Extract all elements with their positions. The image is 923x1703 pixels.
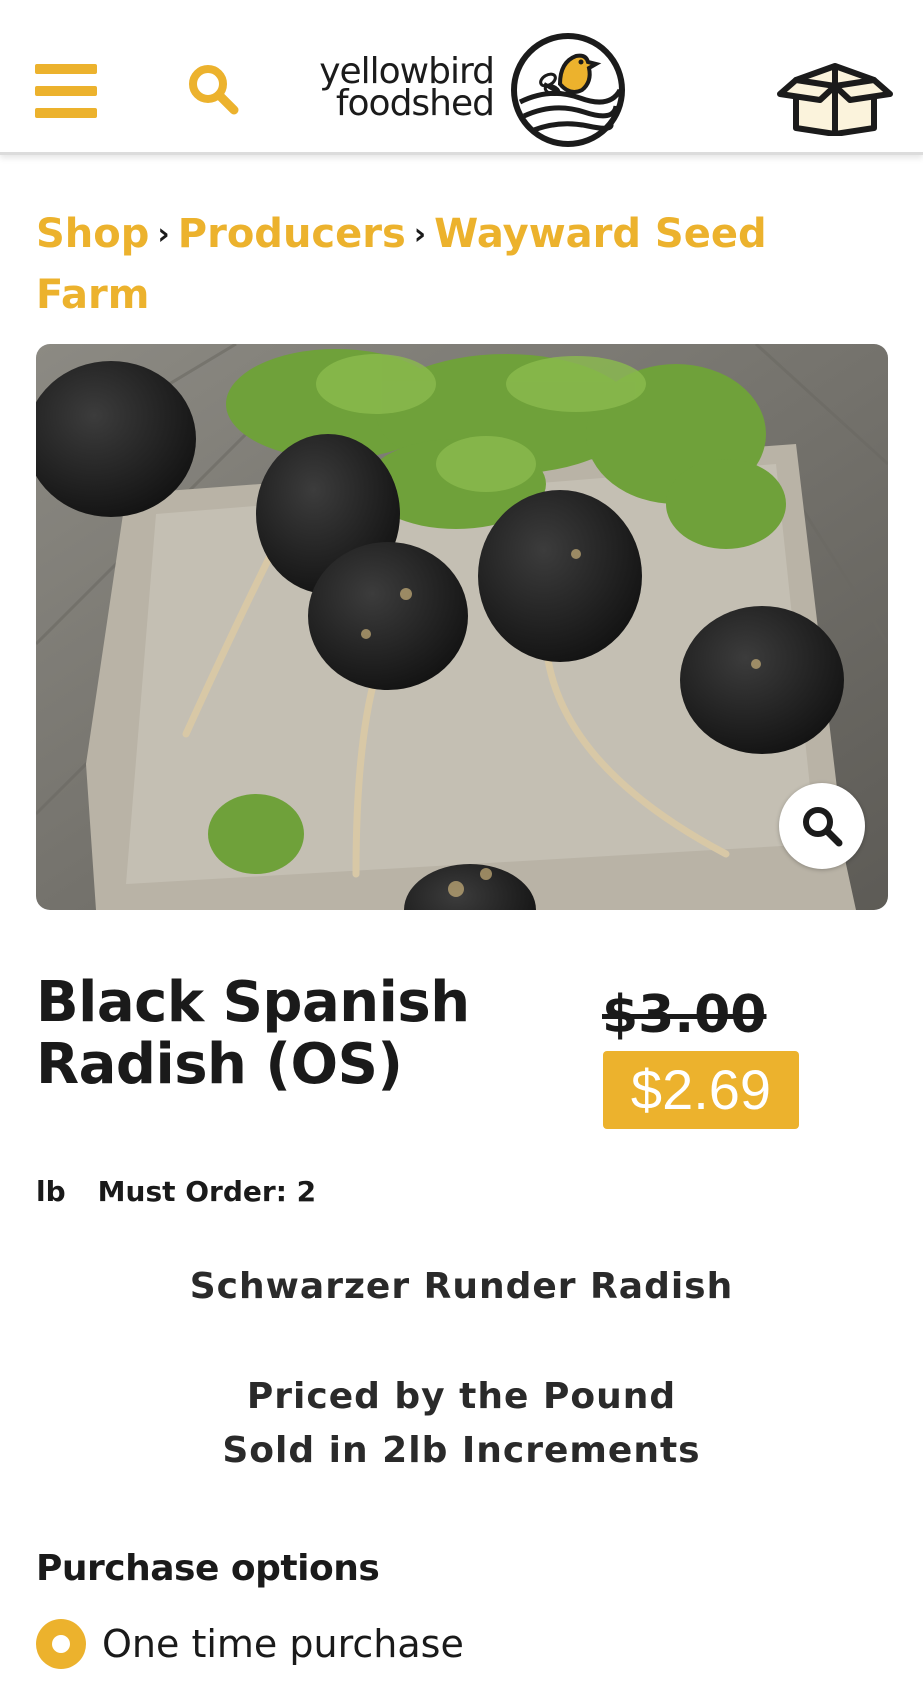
minimum-order: Must Order: 2 [97, 1175, 317, 1208]
product-subtitle: Schwarzer Runder Radish [189, 1266, 734, 1307]
product-image[interactable] [36, 344, 888, 910]
pricing-notes: Priced by the Pound Sold in 2lb Incremen… [0, 1370, 923, 1478]
original-price: $3.00 [602, 985, 767, 1045]
pricing-note-line2: Sold in 2lb Increments [222, 1430, 701, 1471]
hamburger-menu-icon[interactable] [35, 64, 97, 120]
box-cart-icon[interactable] [776, 54, 894, 137]
unit-label: lb [36, 1175, 66, 1208]
product-title-line1: Black Spanish [36, 970, 470, 1035]
product-title: Black Spanish Radish (OS) [36, 972, 576, 1096]
breadcrumb: Shop › Producers › Wayward Seed Farm [36, 204, 866, 325]
bird-badge-icon [510, 32, 626, 148]
breadcrumb-shop[interactable]: Shop [36, 211, 149, 257]
one-time-purchase-option[interactable]: One time purchase [36, 1616, 464, 1672]
search-icon[interactable] [186, 62, 240, 116]
zoom-button[interactable] [779, 783, 865, 869]
unit-info: lb Must Order: 2 [36, 1172, 316, 1212]
product-title-line2: Radish (OS) [36, 1032, 403, 1097]
purchase-options-heading: Purchase options [36, 1548, 380, 1589]
sale-price-badge: $2.69 [603, 1051, 799, 1129]
breadcrumb-separator: › [157, 217, 170, 252]
radio-selected[interactable] [36, 1619, 86, 1669]
option-label: One time purchase [102, 1622, 464, 1666]
zoom-search-icon [803, 807, 843, 847]
site-header: yellowbird foodshed [0, 0, 923, 155]
breadcrumb-separator: › [413, 217, 427, 252]
breadcrumb-producers[interactable]: Producers [178, 211, 406, 257]
site-logo[interactable]: yellowbird foodshed [296, 30, 626, 150]
pricing-note-line1: Priced by the Pound [246, 1376, 677, 1417]
logo-wordmark: yellowbird foodshed [319, 51, 495, 124]
